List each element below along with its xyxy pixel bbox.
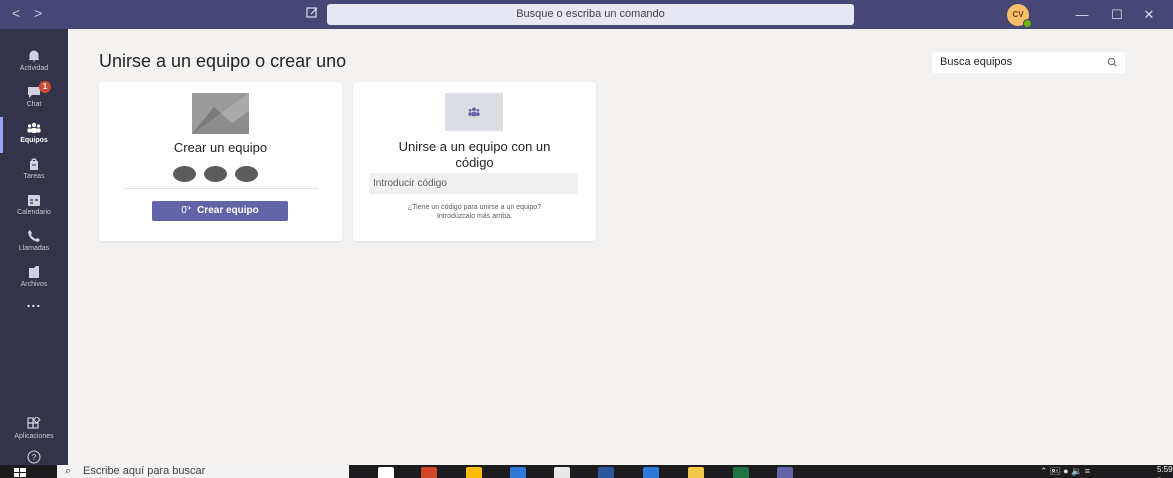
avatar[interactable]: CV [1007,4,1032,28]
forward-button[interactable]: > [34,5,42,21]
rail-item-equipos[interactable]: Equipos [0,117,68,153]
taskbar-clock: 5:59 p [1157,465,1173,478]
member-placeholder [171,164,198,184]
apps-icon [27,417,41,429]
taskbar-search-placeholder: Escribe aquí para buscar [83,465,206,477]
search-icon: ⌕ [65,465,72,477]
edge-icon[interactable] [510,467,526,478]
rail-item-chat[interactable]: 1 Chat [0,81,68,117]
teams-icon [468,107,480,117]
avatar-initials: CV [1012,10,1024,19]
powerpoint-icon[interactable] [421,467,437,478]
teams-app-icon[interactable] [777,467,793,478]
windows-start-button[interactable] [14,465,26,478]
rail-item-label: Calendario [17,209,51,216]
team-search-input[interactable]: Busca equipos [932,52,1125,73]
excel-icon[interactable] [733,467,749,478]
unread-badge: 1 [39,81,51,93]
rail-item-label: Chat [26,101,42,108]
create-team-illustration [192,93,249,134]
command-search-input[interactable]: Busque o escriba un comando [327,4,854,25]
rail-item-label: Tareas [23,173,45,180]
member-placeholders [169,164,269,184]
help-icon: ? [27,450,41,464]
rail-item-actividad[interactable]: Actividad [0,45,68,81]
rail-item-calendario[interactable]: Calendario [0,189,68,225]
create-team-card[interactable]: Crear un equipo 0̈⁺ Crear equipo [99,82,342,241]
search-icon[interactable] [1107,52,1117,81]
join-hint-text: ¿Tiene un código para unirse a un equipo… [353,203,596,221]
join-team-title-line1: Unirse a un equipo con un [398,139,551,154]
page-title: Unirse a un equipo o crear uno [99,51,347,71]
join-hint-line1: ¿Tiene un código para unirse a un equipo… [407,204,542,211]
join-hint-line2: Introdúzcalo más arriba. [436,213,513,220]
join-with-code-card: Unirse a un equipo con un código ¿Tiene … [353,82,596,241]
member-placeholder [233,164,260,184]
presence-indicator [1023,19,1032,28]
create-team-title: Crear un equipo [173,140,268,155]
minimize-button[interactable]: — [1071,4,1093,26]
bell-icon [29,50,39,62]
rail-item-aplicaciones[interactable]: Aplicaciones [0,413,68,449]
back-button[interactable]: < [12,5,20,21]
maximize-button[interactable]: ☐ [1106,4,1128,26]
join-team-title-line2: código [455,155,494,170]
add-people-icon: 0̈⁺ [181,205,193,216]
task-view-icon[interactable] [378,467,394,478]
store-icon[interactable] [554,467,570,478]
help-button[interactable]: ? [0,446,68,466]
rail-item-llamadas[interactable]: Llamadas [0,225,68,261]
join-team-title: Unirse a un equipo con un código [353,139,596,171]
member-placeholder [202,164,229,184]
system-tray[interactable]: ⌃ 🖭 ● 🔉 ≡ [1040,465,1090,478]
rail-item-label: Llamadas [18,245,50,252]
app-rail: Actividad 1 Chat Equipos Tareas Calendar… [0,29,68,465]
compose-icon[interactable] [306,6,320,20]
rail-item-archivos[interactable]: Archivos [0,261,68,297]
rail-item-label: Archivos [20,281,48,288]
chrome-icon[interactable] [466,467,482,478]
phone-icon [28,230,40,242]
files-icon [29,266,39,278]
create-team-button-label: Crear equipo [197,205,259,216]
rail-item-label: Equipos [20,137,48,144]
taskbar-search-input[interactable]: ⌕ Escribe aquí para buscar [57,465,349,478]
join-team-illustration [445,93,503,131]
team-search-placeholder: Busca equipos [940,56,1013,68]
svg-text:?: ? [32,453,37,462]
create-team-button[interactable]: 0̈⁺ Crear equipo [152,201,288,221]
rail-item-label: Actividad [19,65,49,72]
calendar-icon [28,195,40,206]
divider [124,188,318,189]
tasks-icon [30,158,38,170]
title-bar: < > Busque o escriba un comando CV — ☐ ✕ [0,0,1173,29]
team-code-input[interactable] [369,173,578,194]
rail-item-tareas[interactable]: Tareas [0,153,68,189]
close-button[interactable]: ✕ [1138,4,1160,26]
teams-icon [27,122,41,133]
more-apps-button[interactable]: ... [0,294,68,310]
mail-icon[interactable] [643,467,659,478]
word-icon[interactable] [598,467,614,478]
rail-item-label: Aplicaciones [14,433,54,440]
windows-taskbar: ⌕ Escribe aquí para buscar ⌃ 🖭 ● 🔉 ≡ 5:5… [0,465,1173,478]
file-explorer-icon[interactable] [688,467,704,478]
